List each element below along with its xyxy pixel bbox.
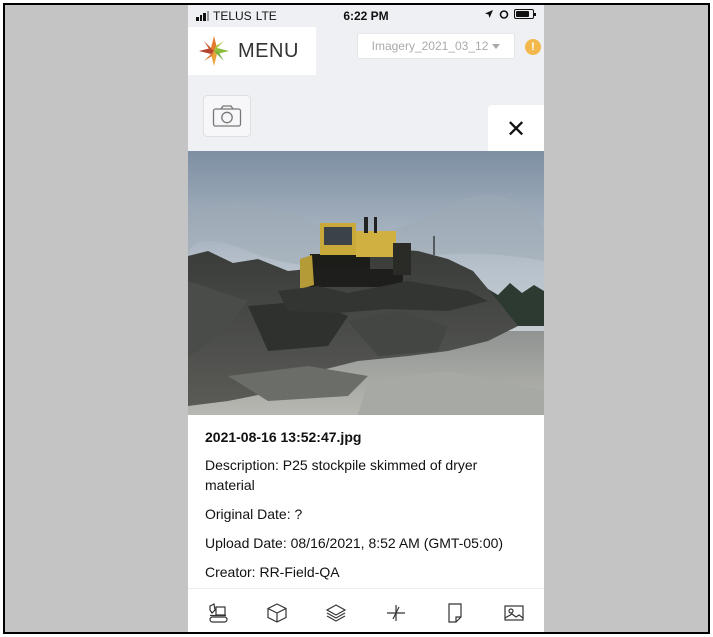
photo-info-panel: 2021-08-16 13:52:47.jpg Description: P25… bbox=[188, 415, 544, 585]
note-icon bbox=[448, 602, 462, 623]
toolbar-image-button[interactable] bbox=[496, 595, 532, 631]
close-icon: ✕ bbox=[505, 115, 527, 143]
screenshot-frame: TELUS LTE 6:22 PM MENU Imagery_2021_03_1… bbox=[3, 3, 710, 634]
camera-icon bbox=[212, 105, 242, 127]
measure-icon bbox=[386, 604, 405, 621]
toolbar-layers-button[interactable] bbox=[318, 595, 354, 631]
warning-glyph: ! bbox=[531, 41, 535, 53]
photo-original-date: Original Date: ? bbox=[205, 506, 303, 522]
status-indicators bbox=[484, 9, 536, 19]
photo-filename: 2021-08-16 13:52:47.jpg bbox=[205, 429, 362, 445]
photo-creator: Creator: RR-Field-QA bbox=[205, 564, 340, 580]
warning-icon[interactable]: ! bbox=[525, 39, 541, 55]
imagery-select-value: Imagery_2021_03_12 bbox=[371, 39, 489, 53]
photo-description: Description: P25 stockpile skimmed of dr… bbox=[205, 457, 478, 493]
status-bar: TELUS LTE 6:22 PM bbox=[188, 5, 544, 27]
imagery-select[interactable]: Imagery_2021_03_12 bbox=[357, 33, 515, 59]
toolbar-cube-button[interactable] bbox=[259, 595, 295, 631]
excavator-icon bbox=[209, 602, 228, 623]
logo-icon bbox=[199, 36, 229, 66]
camera-button[interactable] bbox=[203, 95, 251, 137]
bulldozer-photo bbox=[188, 151, 544, 415]
toolbar-measure-button[interactable] bbox=[378, 595, 414, 631]
toolbar-excavator-button[interactable] bbox=[200, 595, 236, 631]
photo-upload-date: Upload Date: 08/16/2021, 8:52 AM (GMT-05… bbox=[205, 535, 504, 551]
battery-icon bbox=[514, 9, 536, 19]
phone-screen: TELUS LTE 6:22 PM MENU Imagery_2021_03_1… bbox=[188, 5, 544, 632]
cube-icon bbox=[267, 602, 287, 623]
bottom-toolbar bbox=[188, 588, 544, 632]
close-button[interactable]: ✕ bbox=[488, 105, 544, 153]
image-icon bbox=[504, 604, 524, 621]
menu-button[interactable]: MENU bbox=[188, 27, 316, 75]
photo-image bbox=[188, 151, 544, 415]
menu-label: MENU bbox=[238, 39, 299, 62]
chevron-down-icon bbox=[492, 43, 501, 49]
alarm-icon bbox=[499, 10, 509, 19]
location-arrow-icon bbox=[485, 10, 493, 18]
map-header: MENU Imagery_2021_03_12 ! ✕ bbox=[188, 27, 544, 153]
layers-icon bbox=[326, 603, 347, 622]
toolbar-note-button[interactable] bbox=[437, 595, 473, 631]
